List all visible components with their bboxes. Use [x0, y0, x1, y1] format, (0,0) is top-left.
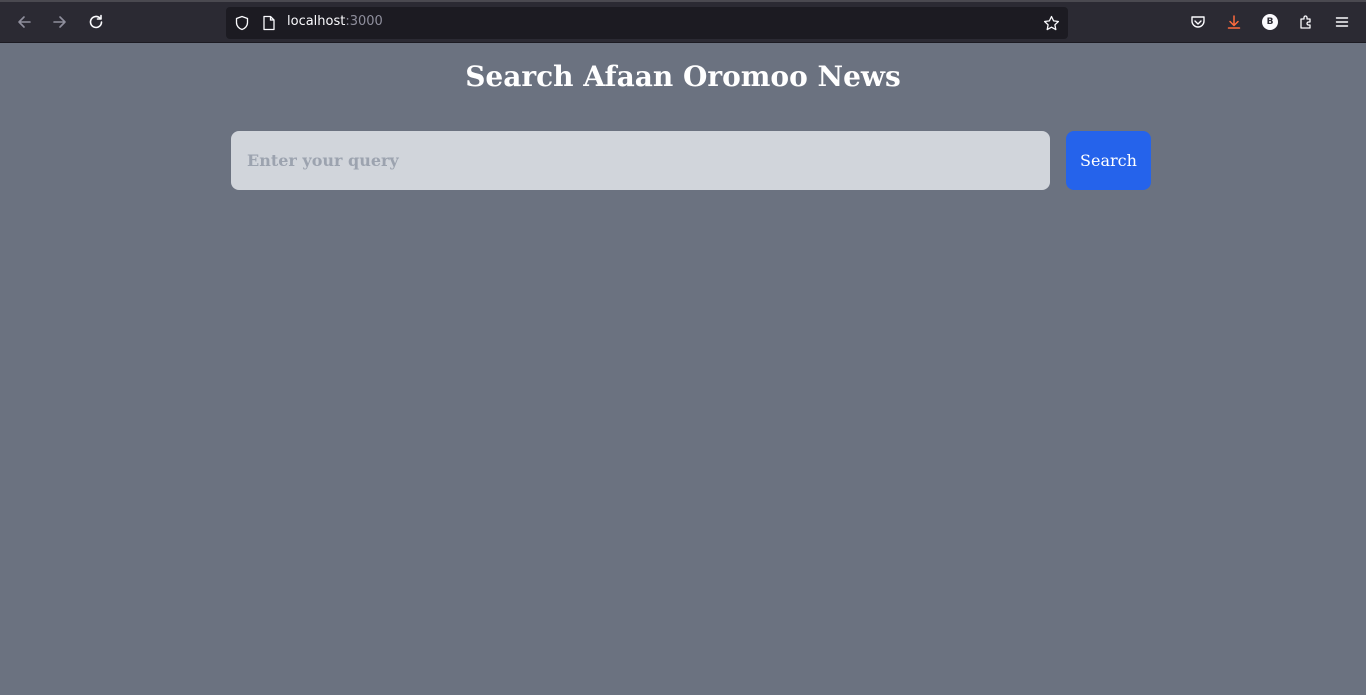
- pocket-icon: [1191, 16, 1205, 28]
- url-text[interactable]: localhost:3000: [287, 14, 383, 29]
- extensions-button[interactable]: [1294, 10, 1318, 34]
- browser-toolbar: localhost:3000 B: [0, 0, 1366, 43]
- url-port: :3000: [345, 14, 383, 29]
- back-button[interactable]: [12, 10, 36, 34]
- account-button[interactable]: B: [1258, 10, 1282, 34]
- star-icon[interactable]: [1043, 15, 1060, 32]
- page-title: Search Afaan Oromoo News: [465, 60, 901, 93]
- shield-icon[interactable]: [234, 15, 250, 31]
- pocket-button[interactable]: [1186, 10, 1210, 34]
- menu-button[interactable]: [1330, 10, 1354, 34]
- forward-button[interactable]: [48, 10, 72, 34]
- search-input[interactable]: [231, 131, 1050, 190]
- address-bar[interactable]: localhost:3000: [226, 7, 1068, 39]
- page-icon[interactable]: [262, 15, 276, 31]
- download-icon: [1227, 15, 1241, 29]
- arrow-right-icon: [53, 16, 66, 28]
- downloads-button[interactable]: [1222, 10, 1246, 34]
- reload-button[interactable]: [84, 10, 108, 34]
- search-button[interactable]: Search: [1066, 131, 1151, 190]
- puzzle-icon: [1300, 15, 1311, 29]
- hamburger-menu-icon: [1335, 17, 1349, 27]
- page-content: Search Afaan Oromoo News Search: [0, 43, 1366, 695]
- reload-icon: [89, 14, 103, 29]
- avatar: B: [1262, 14, 1278, 30]
- arrow-left-icon: [18, 16, 31, 28]
- url-host: localhost: [287, 14, 346, 29]
